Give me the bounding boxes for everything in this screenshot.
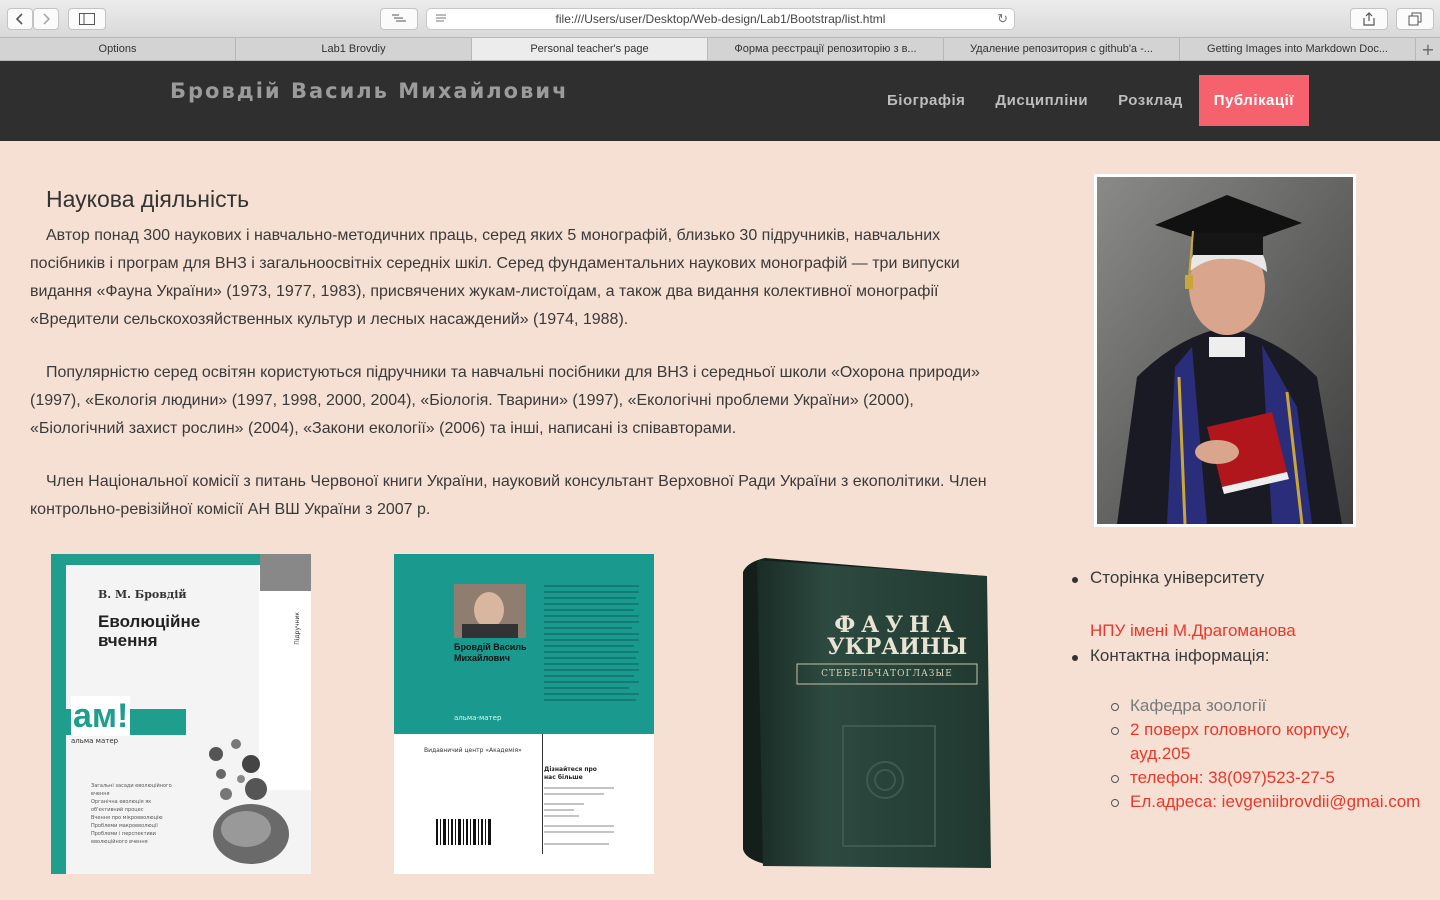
contact-room-line2[interactable]: ауд.205 — [1130, 744, 1190, 764]
nav-publications[interactable]: Публікації — [1198, 75, 1309, 126]
tab-label: Personal teacher's page — [530, 43, 649, 55]
paragraph-textbooks: Популярністю серед освітян користуються … — [30, 364, 980, 437]
book1-toc-item: Проблеми і перспективи еволюційного вчен… — [91, 831, 156, 845]
book2-blurb — [544, 582, 644, 732]
book1-author: В. М. Бровдій — [98, 588, 187, 601]
book1-logo: ам! — [71, 696, 131, 736]
reader-button[interactable] — [380, 8, 418, 30]
share-icon — [1363, 12, 1375, 26]
book1-title-line1: Еволюційне — [98, 612, 201, 631]
page-icon — [436, 14, 446, 22]
sidebar-icon — [79, 13, 95, 25]
book1-title: Еволюційне вчення — [98, 612, 200, 650]
address-bar[interactable]: file:///Users/user/Desktop/Web-design/La… — [426, 8, 1015, 30]
tabs-icon — [1408, 12, 1422, 26]
tab-label: Форма реєстрації репозиторію з в... — [734, 43, 917, 55]
nav-biography[interactable]: Біографія — [872, 75, 980, 126]
university-label: Сторінка університету — [1090, 568, 1265, 587]
nav-disciplines[interactable]: Дисципліни — [980, 75, 1103, 126]
contact-department: Кафедра зоології — [1130, 696, 1267, 715]
sidebar-toggle-button[interactable] — [68, 8, 106, 30]
book-cover-fauna: ФАУНА УКРАИНЫ СТЕБЕЛЬЧАТОГЛАЗЫЕ — [735, 554, 995, 874]
book1-cell-illustration — [209, 739, 289, 864]
contact-room-line1[interactable]: 2 поверх головного корпусу, — [1130, 720, 1350, 740]
tab-label: Удаление репозитория с github'a -... — [970, 43, 1153, 55]
tab-teacher-page[interactable]: Personal teacher's page — [472, 38, 708, 60]
chevron-right-icon — [43, 13, 51, 25]
chevron-left-icon — [15, 13, 23, 25]
paragraph-commissions: Член Національної комісії з питань Черво… — [30, 473, 987, 518]
back-button[interactable] — [7, 8, 33, 30]
book3-subtitle: СТЕБЕЛЬЧАТОГЛАЗЫЕ — [821, 669, 953, 679]
tab-bar: Options Lab1 Brovdiy Personal teacher's … — [0, 38, 1440, 61]
tab-label: Lab1 Brovdiy — [321, 43, 386, 55]
tab-delete-repo[interactable]: Удаление репозитория с github'a -... — [944, 38, 1180, 60]
book2-publisher: Видавничий центр «Академія» — [424, 747, 522, 754]
book1-toc-item: Загальні засади еволюційного вчення — [91, 783, 172, 797]
tab-options[interactable]: Options — [0, 38, 236, 60]
forward-button[interactable] — [33, 8, 59, 30]
university-link[interactable]: НПУ імені М.Драгоманова — [1090, 621, 1296, 641]
book1-toc-item: Проблеми макроеволюції — [91, 823, 158, 829]
tab-lab1[interactable]: Lab1 Brovdiy — [236, 38, 472, 60]
book1-contents: Загальні засади еволюційного вчення Орга… — [91, 782, 181, 846]
contact-email[interactable]: Ел.адреса: ievgeniibrovdii@gmai.com — [1130, 792, 1420, 812]
book2-learn-more: Дізнайтеся про нас більше — [544, 766, 597, 781]
book-cover-back: Бровдій Василь Михайлович альма-матер Ви… — [394, 554, 654, 874]
tab-markdown-images[interactable]: Getting Images into Markdown Doc... — [1180, 38, 1416, 60]
site-navbar: Бровдій Василь Михайлович Біографія Дисц… — [0, 61, 1440, 141]
paragraph-research: Автор понад 300 наукових і навчально-мет… — [30, 227, 960, 328]
tabs-overview-button[interactable] — [1396, 8, 1434, 30]
reload-icon[interactable]: ↻ — [997, 11, 1008, 27]
new-tab-button[interactable]: + — [1416, 38, 1440, 60]
book1-title-line2: вчення — [98, 631, 158, 650]
book1-toc-item: Органічна еволюція як об'єктивний процес — [91, 799, 152, 813]
tab-label: Getting Images into Markdown Doc... — [1207, 43, 1388, 55]
tab-label: Options — [98, 43, 137, 55]
barcode-icon — [436, 819, 491, 845]
book-cover-evolution: В. М. Бровдій Еволюційне вчення Підручни… — [51, 554, 311, 874]
reader-icon — [392, 14, 406, 22]
url-text: file:///Users/user/Desktop/Web-design/La… — [555, 12, 886, 26]
main-nav: Біографія Дисципліни Розклад Публікації — [872, 75, 1309, 126]
book1-logo-sub: альма матер — [71, 737, 119, 745]
book3-title-line2: УКРАИНЫ — [826, 634, 968, 660]
site-brand[interactable]: Бровдій Василь Михайлович — [170, 79, 569, 103]
tab-repo-form[interactable]: Форма реєстрації репозиторію з в... — [708, 38, 944, 60]
contacts-label: Контактна інформація: — [1090, 646, 1270, 665]
browser-toolbar: file:///Users/user/Desktop/Web-design/La… — [0, 0, 1440, 38]
book1-side-label: Підручник — [294, 612, 301, 645]
book2-author: Бровдій Василь Михайлович — [454, 642, 527, 663]
nav-schedule[interactable]: Розклад — [1103, 75, 1198, 126]
book2-series: альма-матер — [454, 714, 502, 722]
teacher-portrait — [1094, 174, 1356, 527]
author-photo — [454, 584, 526, 638]
share-button[interactable] — [1350, 8, 1388, 30]
contact-phone[interactable]: телефон: 38(097)523-27-5 — [1130, 768, 1335, 788]
book1-toc-item: Вчення про мікроеволюцію — [91, 815, 163, 821]
page-title: Наукова діяльність — [46, 186, 250, 212]
